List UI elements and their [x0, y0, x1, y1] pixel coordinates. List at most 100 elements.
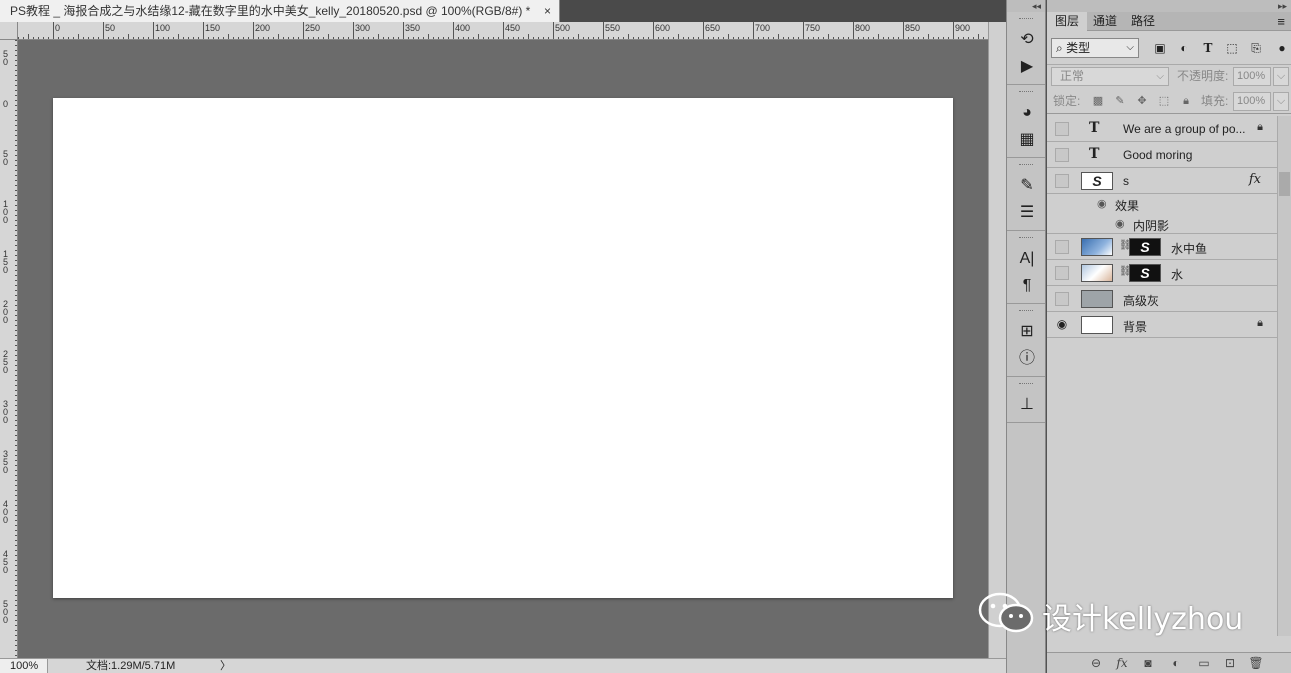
new-group-folder-icon[interactable]: ▭: [1195, 656, 1213, 670]
inner-shadow-row[interactable]: ◉ 内阴影: [1047, 214, 1277, 234]
blend-mode-value: 正常: [1060, 69, 1085, 83]
close-tab-icon[interactable]: ×: [544, 0, 551, 22]
link-layers-icon[interactable]: ⊖: [1087, 656, 1105, 670]
swatches-grid-icon[interactable]: ▦: [1007, 126, 1047, 153]
wechat-logo-icon: [978, 592, 1034, 633]
properties-icon[interactable]: ⊞: [1007, 318, 1047, 345]
layer-name: 水: [1171, 268, 1184, 282]
character-icon[interactable]: A|: [1007, 245, 1047, 272]
eye-icon[interactable]: ◉: [1055, 318, 1069, 332]
info-icon[interactable]: ⓘ: [1007, 345, 1047, 372]
lock-position-icon[interactable]: ✥: [1135, 93, 1149, 109]
document-tab[interactable]: PS教程 _ 海报合成之与水结缘12-藏在数字里的水中美女_kelly_2018…: [0, 0, 560, 22]
opacity-dropdown-icon[interactable]: ⌵: [1273, 67, 1289, 86]
filter-shape-icon[interactable]: ⬚: [1223, 40, 1241, 56]
ruler-label: 150: [205, 23, 221, 33]
tab-channels[interactable]: 通道: [1085, 12, 1125, 31]
lock-icon: 🔒︎: [1257, 121, 1263, 133]
opacity-field[interactable]: 100%: [1233, 67, 1271, 86]
filter-smart-object-icon[interactable]: ⎘: [1247, 40, 1265, 56]
horizontal-ruler[interactable]: 0 50 100 150 200 250 300 350 400 450 500 550 600 650 7…: [18, 22, 988, 40]
fill-dropdown-icon[interactable]: ⌵: [1273, 92, 1289, 111]
effects-row[interactable]: ◉ 效果: [1047, 194, 1277, 214]
layer-row[interactable]: T We are a group of po... 🔒︎: [1047, 116, 1277, 142]
visibility-toggle-icon[interactable]: [1055, 240, 1069, 254]
add-style-fx-icon[interactable]: fx: [1113, 656, 1131, 670]
chevron-down-icon: ⌵: [1126, 42, 1134, 53]
opacity-label: 不透明度:: [1177, 69, 1229, 83]
filter-type-select[interactable]: ⌕ 类型 ⌵: [1051, 38, 1139, 58]
color-palette-icon[interactable]: ◕: [1007, 99, 1047, 126]
tab-paths[interactable]: 路径: [1123, 12, 1163, 31]
fill-label: 填充:: [1201, 94, 1229, 108]
status-bar: 100% 文档:1.29M/5.71M 〉: [0, 658, 1006, 673]
text-layer-icon: T: [1089, 120, 1100, 136]
layer-name: s: [1123, 174, 1129, 188]
layer-mask-thumbnail: S: [1129, 238, 1161, 256]
visibility-toggle-icon[interactable]: [1055, 292, 1069, 306]
layers-scrollbar[interactable]: [1277, 116, 1291, 636]
new-adjustment-icon[interactable]: ◐: [1167, 656, 1185, 670]
delete-layer-trash-icon[interactable]: 🗑︎: [1247, 656, 1265, 670]
vertical-ruler[interactable]: 5 0 0 5 0 1 0 0 1 5 0 2 0 0 2 5 0 3 0 0 3 5 0 4 0…: [0, 40, 18, 658]
inner-shadow-label: 内阴影: [1133, 219, 1170, 233]
layer-row[interactable]: T Good moring: [1047, 142, 1277, 168]
filter-text-icon[interactable]: T: [1199, 40, 1217, 56]
effects-fx-icon[interactable]: fx: [1249, 172, 1261, 187]
layer-row[interactable]: 高级灰: [1047, 286, 1277, 312]
ruler-label: 2 0 0: [3, 299, 9, 325]
brush-icon[interactable]: ✎: [1007, 172, 1047, 199]
visibility-toggle-icon[interactable]: [1055, 266, 1069, 280]
filter-adjustment-icon[interactable]: ◐: [1175, 40, 1193, 56]
layer-name: Good moring: [1123, 148, 1193, 162]
zoom-level-field[interactable]: 100%: [0, 659, 48, 673]
paragraph-icon[interactable]: ¶: [1007, 272, 1047, 299]
layer-row[interactable]: ◉ 背景 🔒︎: [1047, 312, 1277, 338]
expand-panel-icon[interactable]: ▸▸: [1047, 0, 1291, 12]
ruler-label: 1 5 0: [3, 249, 9, 275]
lock-image-icon[interactable]: ✎: [1113, 93, 1127, 109]
ruler-label: 4 0 0: [3, 499, 9, 525]
clone-source-icon[interactable]: ⊥: [1007, 391, 1047, 418]
history-icon[interactable]: ⟲: [1007, 26, 1047, 53]
filter-type-value: 类型: [1066, 41, 1091, 55]
fill-field[interactable]: 100%: [1233, 92, 1271, 111]
eye-icon[interactable]: ◉: [1115, 217, 1125, 230]
tab-layers[interactable]: 图层: [1047, 12, 1088, 31]
ruler-label: 250: [305, 23, 321, 33]
filter-pixel-icon[interactable]: ▣: [1151, 40, 1169, 56]
visibility-toggle-icon[interactable]: [1055, 174, 1069, 188]
watermark-text: 设计kellyzhou: [1042, 602, 1244, 637]
document-info: 文档:1.29M/5.71M: [86, 660, 176, 672]
visibility-toggle-icon[interactable]: [1055, 148, 1069, 162]
adjustments-sliders-icon[interactable]: ☰: [1007, 199, 1047, 226]
blend-mode-select[interactable]: 正常 ⌵: [1051, 67, 1169, 86]
lock-transparent-icon[interactable]: ▩: [1091, 93, 1105, 109]
lock-artboard-icon[interactable]: ⬚: [1157, 93, 1171, 109]
canvas-workspace[interactable]: [18, 40, 988, 658]
layer-row[interactable]: ⛓︎ S 水中鱼: [1047, 234, 1277, 260]
new-layer-icon[interactable]: ⊡: [1221, 656, 1239, 670]
vertical-scrollbar[interactable]: [988, 22, 1006, 658]
ruler-label: 650: [705, 23, 721, 33]
layer-row[interactable]: ⛓︎ S 水: [1047, 260, 1277, 286]
lock-all-icon[interactable]: 🔒︎: [1179, 93, 1193, 109]
layer-thumbnail: [1081, 264, 1113, 282]
layer-row[interactable]: S s fx: [1047, 168, 1277, 194]
scrollbar-thumb[interactable]: [1279, 172, 1290, 196]
visibility-toggle-icon[interactable]: [1055, 122, 1069, 136]
ruler-label: 5 0: [3, 149, 9, 167]
status-menu-arrow-icon[interactable]: 〉: [220, 659, 231, 673]
layer-name: We are a group of po...: [1123, 122, 1246, 136]
actions-play-icon[interactable]: ▶: [1007, 53, 1047, 80]
add-mask-icon[interactable]: ◙: [1139, 656, 1157, 670]
layer-thumbnail: [1081, 238, 1113, 256]
collapse-dock-icon[interactable]: ◂◂: [1007, 0, 1045, 12]
eye-icon[interactable]: ◉: [1097, 197, 1107, 210]
effects-label: 效果: [1115, 199, 1140, 213]
ruler-corner[interactable]: [0, 22, 18, 40]
filter-toggle-icon[interactable]: ●: [1273, 40, 1291, 56]
document-canvas[interactable]: [53, 98, 953, 598]
panel-menu-icon[interactable]: ≡: [1277, 12, 1285, 31]
layer-name: 高级灰: [1123, 294, 1160, 308]
